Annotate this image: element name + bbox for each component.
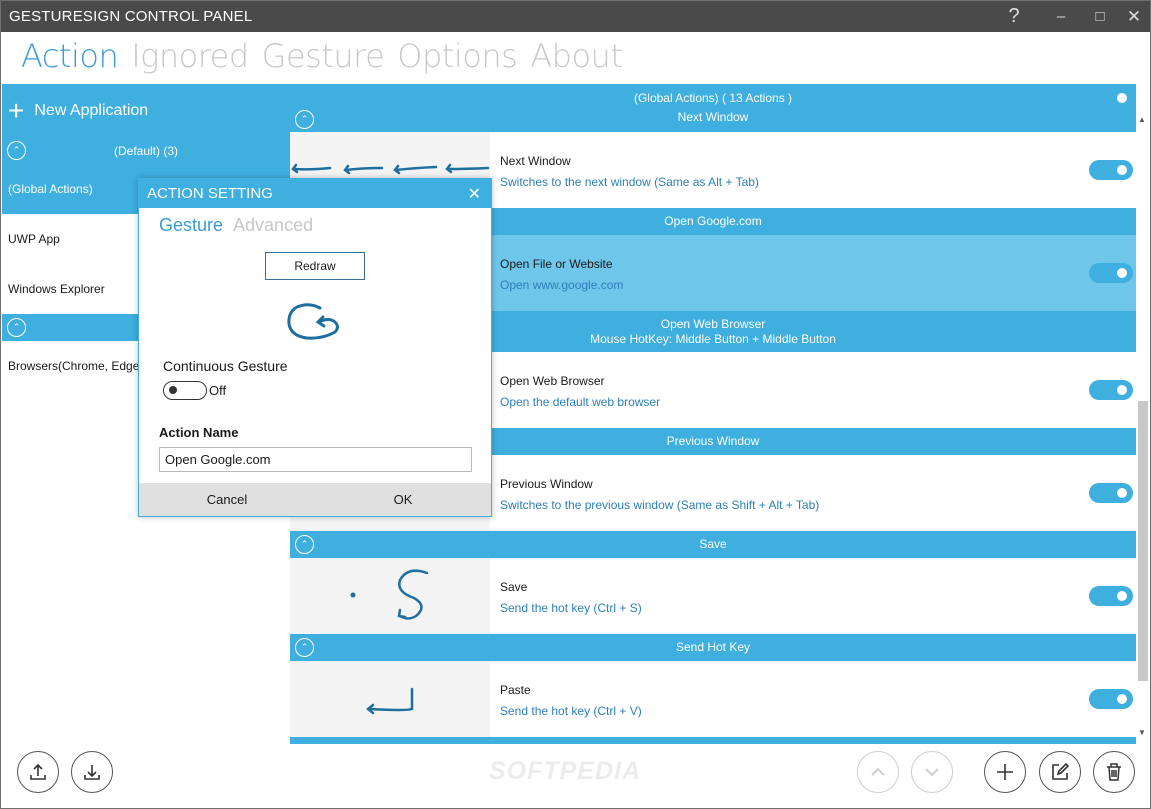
plus-icon: + xyxy=(8,94,25,126)
s-gesture-icon xyxy=(350,569,429,620)
action-name-label: Action Name xyxy=(159,425,239,440)
action-description: Switches to the next window (Same as Alt… xyxy=(500,175,759,189)
delete-icon[interactable] xyxy=(1093,751,1135,793)
app-window: GESTURESIGN CONTROL PANEL ? – □ ✕ Action… xyxy=(0,0,1151,809)
down-left-gesture-icon xyxy=(365,687,414,715)
section-header: ⌃ Send Hot Key xyxy=(290,634,1136,661)
tab-gesture[interactable]: Gesture xyxy=(159,215,223,236)
action-row[interactable]: Save Send the hot key (Ctrl + S) xyxy=(290,558,1136,634)
enable-toggle[interactable] xyxy=(1089,586,1133,606)
collapse-icon[interactable]: ⌃ xyxy=(295,535,314,554)
import-icon[interactable] xyxy=(71,751,113,793)
action-name: Next Window xyxy=(500,154,571,168)
tab-advanced[interactable]: Advanced xyxy=(233,215,313,236)
section-title: Next Window xyxy=(677,110,749,124)
global-actions-header: ⌃ (Global Actions) ( 13 Actions ) Next W… xyxy=(290,84,1136,132)
global-toggle[interactable] xyxy=(1089,88,1133,108)
add-icon[interactable] xyxy=(984,751,1026,793)
enable-toggle[interactable] xyxy=(1089,263,1133,283)
action-description: Open www.google.com xyxy=(500,278,624,292)
section-title: Send Hot Key xyxy=(675,640,751,654)
action-row[interactable]: Paste Send the hot key (Ctrl + V) xyxy=(290,661,1136,737)
section-title: Previous Window xyxy=(666,434,760,448)
redraw-button[interactable]: Redraw xyxy=(265,252,365,280)
enable-toggle[interactable] xyxy=(1089,380,1133,400)
collapse-icon[interactable]: ⌃ xyxy=(7,141,26,160)
tab-about[interactable]: About xyxy=(530,37,623,81)
window-title: GESTURESIGN CONTROL PANEL xyxy=(9,8,253,25)
collapse-icon[interactable]: ⌃ xyxy=(295,110,314,129)
group-label: (Default) (3) xyxy=(113,143,178,158)
edit-icon[interactable] xyxy=(1039,751,1081,793)
title-bar: GESTURESIGN CONTROL PANEL ? – □ ✕ xyxy=(1,1,1150,32)
action-name: Paste xyxy=(500,683,531,697)
move-up-icon[interactable] xyxy=(857,751,899,793)
collapse-icon[interactable]: ⌃ xyxy=(7,318,26,337)
collapse-icon[interactable]: ⌃ xyxy=(295,638,314,657)
dialog-title-bar: ACTION SETTING ✕ xyxy=(139,179,491,208)
continuous-gesture-toggle[interactable] xyxy=(163,381,207,400)
section-header: ⌃ Save xyxy=(290,531,1136,558)
action-name: Save xyxy=(500,580,528,594)
action-name: Previous Window xyxy=(500,477,593,491)
tab-action[interactable]: Action xyxy=(21,37,119,81)
action-description: Open the default web browser xyxy=(500,395,661,409)
continuous-gesture-label: Continuous Gesture xyxy=(163,358,288,374)
group-header-default[interactable]: ⌃ (Default) (3) xyxy=(2,137,290,164)
action-name: Open Web Browser xyxy=(500,374,605,388)
tab-gesture[interactable]: Gesture xyxy=(262,37,385,81)
watermark: SOFTPEDIA xyxy=(489,757,642,785)
maximize-icon[interactable]: □ xyxy=(1082,1,1118,32)
action-name-input[interactable]: Open Google.com xyxy=(159,447,472,472)
action-setting-dialog: ACTION SETTING ✕ Gesture Advanced Redraw… xyxy=(138,178,492,517)
export-icon[interactable] xyxy=(17,751,59,793)
app-item-label: UWP App xyxy=(8,232,60,246)
action-description: Send the hot key (Ctrl + V) xyxy=(500,704,642,718)
action-description: Switches to the previous window (Same as… xyxy=(500,498,820,512)
main-nav: Action Ignored Gesture Options About xyxy=(21,37,623,81)
section-header xyxy=(290,737,1136,744)
dialog-tabs: Gesture Advanced xyxy=(159,215,313,236)
section-title: Open Google.com xyxy=(664,214,762,228)
scroll-down-icon[interactable]: ▼ xyxy=(1138,728,1146,737)
close-icon[interactable]: ✕ xyxy=(1116,1,1150,32)
enable-toggle[interactable] xyxy=(1089,689,1133,709)
list-scrollbar[interactable]: ▲ ▼ xyxy=(1136,111,1150,744)
toggle-state-label: Off xyxy=(209,383,227,398)
gesture-thumbnail xyxy=(290,661,490,737)
app-item-label: Windows Explorer xyxy=(8,282,105,296)
action-name: Open File or Website xyxy=(500,257,613,271)
scroll-up-icon[interactable]: ▲ xyxy=(1138,115,1146,124)
question-icon[interactable]: ? xyxy=(996,1,1032,32)
scroll-thumb[interactable] xyxy=(1138,401,1148,681)
new-application-button[interactable]: + New Application xyxy=(2,84,290,137)
g-gesture-icon xyxy=(287,303,339,340)
gesture-thumbnail xyxy=(290,558,490,634)
dialog-footer: Cancel OK xyxy=(139,483,491,516)
tab-options[interactable]: Options xyxy=(397,37,517,81)
action-description: Send the hot key (Ctrl + S) xyxy=(500,601,642,615)
close-icon[interactable]: ✕ xyxy=(468,184,481,204)
list-header-title: (Global Actions) ( 13 Actions ) xyxy=(633,91,793,105)
enable-toggle[interactable] xyxy=(1089,160,1133,180)
enable-toggle[interactable] xyxy=(1089,483,1133,503)
tab-ignored[interactable]: Ignored xyxy=(131,37,249,81)
dialog-title: ACTION SETTING xyxy=(147,185,273,202)
cancel-button[interactable]: Cancel xyxy=(139,483,315,516)
app-item-label: Browsers(Chrome, Edge, xyxy=(8,359,143,373)
minimize-icon[interactable]: – xyxy=(1043,1,1079,32)
ok-button[interactable]: OK xyxy=(315,483,491,516)
app-item-label: (Global Actions) xyxy=(8,182,93,196)
move-down-icon[interactable] xyxy=(911,751,953,793)
section-title: Save xyxy=(699,537,727,551)
new-application-label: New Application xyxy=(34,101,149,119)
